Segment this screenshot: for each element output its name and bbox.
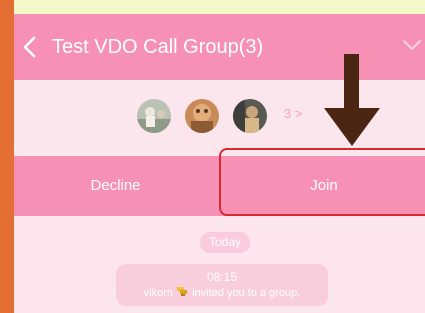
chat-screen: Test VDO Call Group(3) 3 > Decline Join … (14, 14, 425, 313)
avatar[interactable] (233, 99, 267, 133)
call-actions: Decline Join (14, 156, 425, 216)
screen-frame-left (0, 0, 14, 313)
avatar[interactable] (185, 99, 219, 133)
decline-button[interactable]: Decline (14, 156, 217, 216)
back-icon[interactable] (20, 34, 42, 60)
down-arrow-icon (324, 54, 380, 146)
system-message: 08:15 vikorn invited you to a group. (116, 264, 328, 306)
emoji-icon (177, 287, 188, 296)
avatar[interactable] (137, 99, 171, 133)
screen-frame-top (0, 0, 425, 14)
message-text: vikorn invited you to a group. (116, 285, 328, 301)
participant-count[interactable]: 3 > (284, 106, 302, 121)
message-body: invited you to a group. (192, 287, 301, 299)
chevron-down-icon[interactable] (402, 38, 422, 52)
group-title: Test VDO Call Group(3) (52, 36, 264, 58)
date-separator: Today (200, 232, 250, 253)
inviter-name: vikorn (143, 287, 173, 299)
message-time: 08:15 (206, 270, 238, 284)
join-button[interactable]: Join (224, 156, 424, 216)
